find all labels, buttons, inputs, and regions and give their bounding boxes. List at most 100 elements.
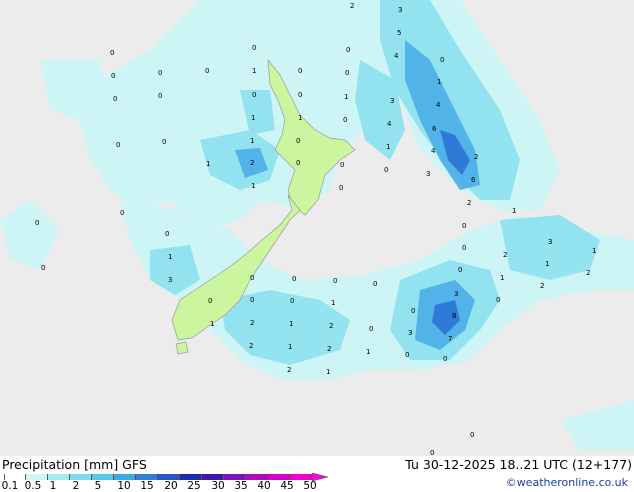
svg-text:3: 3 (454, 290, 458, 298)
svg-text:0: 0 (369, 325, 373, 333)
valid-time: Tu 30-12-2025 18..21 UTC (12+177) (405, 457, 632, 472)
svg-text:8: 8 (452, 312, 456, 320)
colorbar-tick: 30 (211, 480, 225, 492)
svg-text:2: 2 (503, 251, 507, 259)
svg-text:0: 0 (292, 275, 296, 283)
svg-text:0: 0 (470, 431, 474, 439)
svg-text:0: 0 (340, 161, 344, 169)
svg-text:1: 1 (500, 274, 504, 282)
svg-text:1: 1 (331, 299, 335, 307)
colorbar-tick: 40 (257, 480, 271, 492)
colorbar-tick: 1 (49, 480, 57, 492)
svg-text:0: 0 (250, 296, 254, 304)
svg-text:0: 0 (298, 67, 302, 75)
svg-text:1: 1 (298, 114, 302, 122)
svg-text:1: 1 (252, 67, 256, 75)
svg-text:1: 1 (512, 207, 516, 215)
svg-text:0: 0 (343, 116, 347, 124)
colorbar-tick: 5 (94, 480, 102, 492)
svg-text:0: 0 (110, 49, 114, 57)
svg-text:3: 3 (398, 6, 402, 14)
svg-text:0: 0 (462, 222, 466, 230)
svg-text:0: 0 (440, 56, 444, 64)
weatheronline-credit-link[interactable]: ©weatheronline.co.uk (506, 476, 628, 489)
svg-text:0: 0 (496, 296, 500, 304)
svg-text:1: 1 (288, 343, 292, 351)
svg-text:2: 2 (467, 199, 471, 207)
svg-text:0: 0 (296, 137, 300, 145)
svg-text:7: 7 (448, 335, 452, 343)
svg-text:1: 1 (326, 368, 330, 376)
svg-text:6: 6 (432, 125, 437, 133)
svg-text:3: 3 (548, 238, 552, 246)
svg-text:1: 1 (437, 78, 441, 86)
svg-text:0: 0 (333, 277, 337, 285)
svg-text:4: 4 (387, 120, 392, 128)
svg-text:0: 0 (443, 355, 447, 363)
stewart-island (175, 341, 189, 355)
map-footer: Precipitation [mm] GFS Tu 30-12-2025 18.… (0, 456, 634, 492)
svg-text:2: 2 (540, 282, 544, 290)
svg-text:0: 0 (405, 351, 409, 359)
svg-text:2: 2 (586, 269, 590, 277)
svg-text:0: 0 (462, 244, 466, 252)
svg-text:0: 0 (458, 266, 462, 274)
colorbar-tick: 50 (303, 480, 317, 492)
svg-text:4: 4 (394, 52, 399, 60)
svg-text:0: 0 (411, 307, 415, 315)
svg-text:0: 0 (158, 92, 162, 100)
svg-text:0: 0 (252, 91, 256, 99)
colorbar-tick: 25 (187, 480, 201, 492)
svg-text:0: 0 (250, 274, 254, 282)
svg-text:0: 0 (373, 280, 377, 288)
svg-text:1: 1 (592, 247, 596, 255)
svg-text:1: 1 (289, 320, 293, 328)
svg-text:0: 0 (290, 297, 294, 305)
svg-text:4: 4 (431, 147, 436, 155)
colorbar-tick: 35 (234, 480, 248, 492)
svg-text:6: 6 (471, 176, 476, 184)
svg-text:0: 0 (296, 159, 300, 167)
svg-text:2: 2 (474, 153, 478, 161)
svg-text:0: 0 (346, 46, 350, 54)
svg-text:0: 0 (205, 67, 209, 75)
colorbar-tick: 45 (280, 480, 294, 492)
svg-text:0: 0 (208, 297, 212, 305)
svg-text:5: 5 (397, 29, 401, 37)
colorbar-tick: 15 (140, 480, 154, 492)
svg-text:2: 2 (287, 366, 291, 374)
svg-text:4: 4 (436, 101, 441, 109)
svg-text:1: 1 (206, 160, 210, 168)
colorbar-tick: 0.1 (1, 480, 19, 492)
svg-text:0: 0 (345, 69, 349, 77)
svg-text:0: 0 (158, 69, 162, 77)
svg-text:2: 2 (249, 342, 253, 350)
svg-text:3: 3 (408, 329, 412, 337)
svg-text:2: 2 (329, 322, 333, 330)
svg-text:3: 3 (390, 97, 394, 105)
svg-text:0: 0 (35, 219, 39, 227)
colorbar-tick: 2 (72, 480, 80, 492)
colorbar-tick: 0.5 (24, 480, 42, 492)
svg-text:3: 3 (426, 170, 430, 178)
svg-text:2: 2 (350, 2, 354, 10)
svg-text:0: 0 (120, 209, 124, 217)
svg-text:1: 1 (251, 114, 255, 122)
svg-text:0: 0 (252, 44, 256, 52)
svg-text:0: 0 (41, 264, 45, 272)
svg-text:1: 1 (386, 143, 390, 151)
svg-text:0: 0 (113, 95, 117, 103)
svg-text:2: 2 (250, 159, 254, 167)
svg-text:1: 1 (250, 137, 254, 145)
svg-text:0: 0 (162, 138, 166, 146)
svg-text:1: 1 (545, 260, 549, 268)
svg-text:1: 1 (251, 182, 255, 190)
svg-text:1: 1 (344, 93, 348, 101)
svg-text:0: 0 (116, 141, 120, 149)
svg-text:0: 0 (298, 91, 302, 99)
svg-text:1: 1 (210, 320, 214, 328)
svg-text:0: 0 (339, 184, 343, 192)
svg-text:2: 2 (327, 345, 331, 353)
svg-text:1: 1 (366, 348, 370, 356)
colorbar-tick: 10 (117, 480, 131, 492)
